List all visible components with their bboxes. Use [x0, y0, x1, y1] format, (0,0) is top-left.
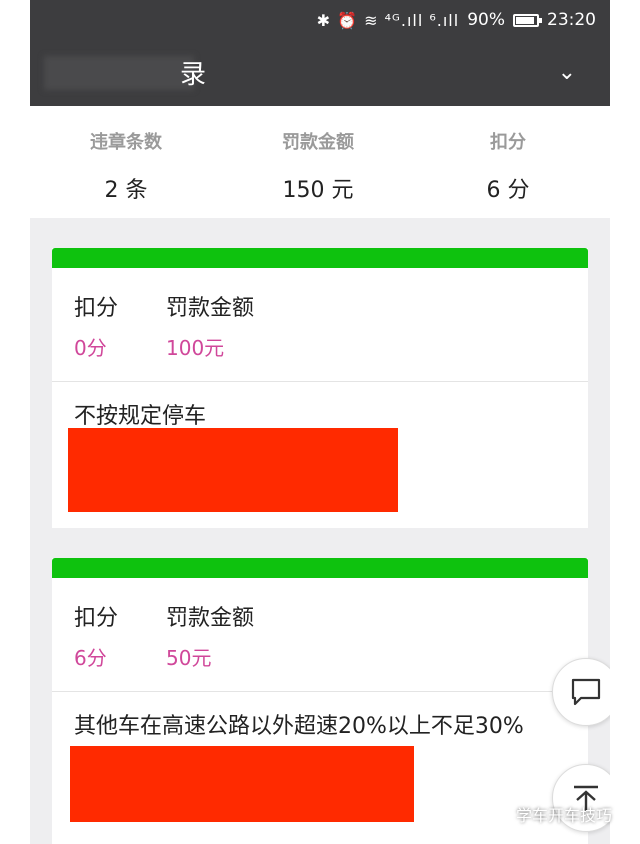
redacted-area: [70, 746, 414, 822]
status-bar: ✱ ⏰ ≋ ⁴ᴳ.ıll ⁶.ıll 90% 23:20: [30, 0, 610, 40]
card-points-value: 6分: [74, 646, 107, 670]
violation-card[interactable]: 扣分 罚款金额 0分 100元 不按规定停车: [52, 248, 588, 528]
fine-value: 150 元: [282, 178, 354, 203]
card-fine-label: 罚款金额: [166, 296, 255, 321]
status-bar-green: [52, 558, 588, 578]
watermark: 学车开车技巧: [490, 802, 612, 826]
points-value: 6 分: [486, 178, 530, 203]
battery-icon: [513, 13, 542, 27]
card-fine-value: 100元: [166, 336, 225, 360]
card-points-value: 0分: [74, 336, 107, 360]
status-icons: ✱ ⏰ ≋ ⁴ᴳ.ıll ⁶.ıll: [316, 10, 460, 30]
violation-summary: 违章条数 2 条 罚款金额 150 元 扣分 6 分: [30, 106, 610, 218]
summary-fine: 罚款金额 150 元: [238, 128, 398, 204]
fine-label: 罚款金额: [282, 132, 354, 153]
phone-screen: ✱ ⏰ ≋ ⁴ᴳ.ıll ⁶.ıll 90% 23:20 录 ⌄ 违章条数 2 …: [30, 0, 610, 844]
chevron-down-icon[interactable]: ⌄: [558, 60, 576, 85]
clock-time: 23:20: [547, 10, 596, 30]
card-description: 不按规定停车: [74, 404, 207, 429]
violations-label: 违章条数: [90, 132, 162, 153]
violation-list: 扣分 罚款金额 0分 100元 不按规定停车 扣分 罚款金额 6分 50元 其他…: [30, 218, 610, 844]
status-bar-green: [52, 248, 588, 268]
app-header: 录 ⌄: [30, 40, 610, 106]
violations-value: 2 条: [104, 178, 148, 203]
card-points-label: 扣分: [74, 296, 119, 321]
blurred-title-area: [44, 56, 194, 90]
summary-points: 扣分 6 分: [428, 128, 588, 204]
card-header: 扣分 罚款金额 0分 100元: [52, 268, 588, 382]
watermark-text: 学车开车技巧: [516, 806, 613, 825]
card-fine-label: 罚款金额: [166, 606, 255, 631]
card-points-label: 扣分: [74, 606, 119, 631]
comment-icon: [571, 678, 601, 706]
page-title: 录: [180, 60, 207, 90]
points-label: 扣分: [490, 132, 526, 153]
card-header: 扣分 罚款金额 6分 50元: [52, 578, 588, 692]
wechat-logo-icon: [490, 804, 510, 824]
card-fine-value: 50元: [166, 646, 212, 670]
battery-percent: 90%: [467, 10, 505, 30]
card-description: 其他车在高速公路以外超速20%以上不足30%: [74, 714, 524, 739]
redacted-area: [68, 428, 398, 512]
summary-violations: 违章条数 2 条: [46, 128, 206, 204]
